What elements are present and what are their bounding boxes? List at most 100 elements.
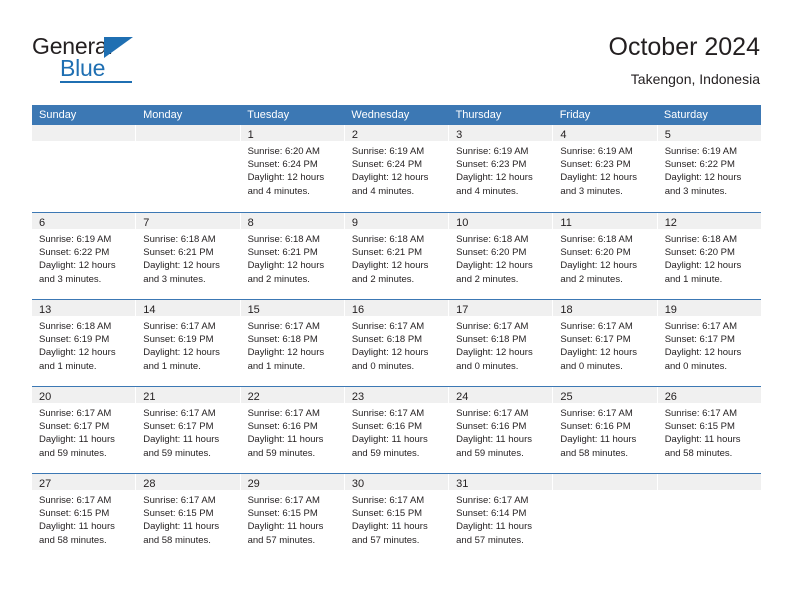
day-sun-info: Sunrise: 6:19 AM Sunset: 6:24 PM Daylight:… [345,141,448,198]
day-number: 27 [39,478,52,490]
day-number: 22 [247,391,260,403]
daylight-text-line2: and 2 minutes. [456,273,519,285]
day-cell[interactable]: 28 Sunrise: 6:17 AM Sunset: 6:15 PM Dayligh… [136,474,241,560]
day-cell[interactable]: 17 Sunrise: 6:17 AM Sunset: 6:18 PM Dayligh… [449,300,554,386]
day-cell[interactable]: 3 Sunrise: 6:19 AM Sunset: 6:23 PM Daylight… [449,125,554,212]
day-sun-info: Sunrise: 6:17 AM Sunset: 6:17 PM Daylight:… [658,316,761,373]
daylight-text-line1: Daylight: 12 hours [351,347,429,359]
day-cell[interactable]: 10 Sunrise: 6:18 AM Sunset: 6:20 PM Dayligh… [449,213,554,299]
day-cell[interactable]: 31 Sunrise: 6:17 AM Sunset: 6:14 PM Dayligh… [449,474,554,560]
day-cell[interactable]: 7 Sunrise: 6:18 AM Sunset: 6:21 PM Daylight… [136,213,241,299]
page-subtitle: Takengon, Indonesia [630,71,760,87]
daylight-text-line1: Daylight: 12 hours [39,347,116,359]
sunrise-text: Sunrise: 6:17 AM [560,321,633,332]
day-cell[interactable]: 16 Sunrise: 6:17 AM Sunset: 6:18 PM Dayligh… [344,300,450,386]
sunrise-text: Sunrise: 6:18 AM [664,234,738,245]
day-number-band: 5 [657,125,761,141]
sunset-text: Sunset: 6:17 PM [143,421,214,433]
day-number-band: 27 [32,474,136,490]
day-cell[interactable]: 6 Sunrise: 6:19 AM Sunset: 6:22 PM Daylight… [32,213,137,299]
day-sun-info: Sunrise: 6:17 AM Sunset: 6:19 PM Daylight:… [136,316,239,373]
day-number: 28 [143,478,156,490]
day-cell[interactable]: 25 Sunrise: 6:17 AM Sunset: 6:16 PM Dayligh… [553,387,658,473]
sunset-text: Sunset: 6:15 PM [664,421,735,433]
calendar-grid: Sunday Monday Tuesday Wednesday Thursday Frid… [32,105,761,560]
page-title: October 2024 [608,33,761,61]
day-sun-info: Sunrise: 6:17 AM Sunset: 6:16 PM Daylight:… [241,403,344,460]
day-sun-info: Sunrise: 6:17 AM Sunset: 6:15 PM Daylight:… [32,490,135,547]
day-cell[interactable]: 26 Sunrise: 6:17 AM Sunset: 6:15 PM Dayligh… [657,387,761,473]
day-number: 3 [456,129,463,141]
sunset-text: Sunset: 6:18 PM [456,334,527,346]
day-cell[interactable]: 21 Sunrise: 6:17 AM Sunset: 6:17 PM Dayligh… [136,387,241,473]
day-cell[interactable]: 4 Sunrise: 6:19 AM Sunset: 6:23 PM Daylight… [553,125,658,212]
day-cell[interactable]: 22 Sunrise: 6:17 AM Sunset: 6:16 PM Dayligh… [240,387,345,473]
day-cell[interactable]: 2 Sunrise: 6:19 AM Sunset: 6:24 PM Daylight… [344,125,450,212]
day-number-band: 28 [136,474,240,490]
day-cell[interactable]: 8 Sunrise: 6:18 AM Sunset: 6:21 PM Daylight… [240,213,345,299]
day-number: 23 [351,391,365,403]
daylight-text-line1: Daylight: 12 hours [664,347,742,359]
daylight-text-line2: and 0 minutes. [351,360,415,372]
day-number: 24 [456,391,469,403]
day-cell[interactable]: 20 Sunrise: 6:17 AM Sunset: 6:17 PM Dayligh… [32,387,137,473]
logo-underline [60,81,132,83]
day-cell[interactable]: 1 Sunrise: 6:20 AM Sunset: 6:24 PM Daylight… [240,125,345,212]
day-cell[interactable]: 11 Sunrise: 6:18 AM Sunset: 6:20 PM Dayligh… [553,213,658,299]
day-cell[interactable]: 9 Sunrise: 6:18 AM Sunset: 6:21 PM Daylight… [344,213,450,299]
sunrise-text: Sunrise: 6:17 AM [247,495,320,506]
daylight-text-line1: Daylight: 11 hours [247,521,324,533]
sunset-text: Sunset: 6:17 PM [664,334,735,346]
day-number-band [32,125,136,141]
daylight-text-line1: Daylight: 12 hours [560,172,637,184]
day-cell[interactable]: 12 Sunrise: 6:18 AM Sunset: 6:20 PM Dayligh… [657,213,761,299]
sunset-text: Sunset: 6:18 PM [351,334,423,346]
daylight-text-line1: Daylight: 11 hours [39,434,115,446]
day-cell[interactable]: 29 Sunrise: 6:17 AM Sunset: 6:15 PM Dayligh… [240,474,345,560]
day-number: 10 [456,217,469,229]
day-cell[interactable]: 27 Sunrise: 6:17 AM Sunset: 6:15 PM Dayligh… [32,474,137,560]
sunrise-text: Sunrise: 6:17 AM [456,408,529,419]
sunset-text: Sunset: 6:21 PM [351,247,423,259]
sunset-text: Sunset: 6:21 PM [247,247,318,259]
sunrise-text: Sunrise: 6:17 AM [456,321,529,332]
sunset-text: Sunset: 6:16 PM [456,421,527,433]
day-number: 15 [247,304,260,316]
day-number-band: 12 [657,213,761,229]
day-number-band: 9 [344,213,449,229]
daylight-text-line1: Daylight: 11 hours [247,434,324,446]
daylight-text-line2: and 59 minutes. [39,447,107,459]
sunrise-text: Sunrise: 6:17 AM [351,495,425,506]
daylight-text-line2: and 59 minutes. [247,447,316,459]
sunset-text: Sunset: 6:15 PM [143,508,214,520]
page-header: General Blue October 2024 Takengon, Indo… [0,0,792,104]
day-cell[interactable]: 30 Sunrise: 6:17 AM Sunset: 6:15 PM Dayligh… [344,474,450,560]
day-number-band: 15 [240,300,344,316]
day-cell[interactable]: 19 Sunrise: 6:17 AM Sunset: 6:17 PM Dayligh… [657,300,761,386]
day-cell[interactable]: 24 Sunrise: 6:17 AM Sunset: 6:16 PM Dayligh… [449,387,554,473]
day-sun-info: Sunrise: 6:18 AM Sunset: 6:20 PM Daylight:… [658,229,761,286]
daylight-text-line2: and 2 minutes. [560,273,623,285]
sunset-text: Sunset: 6:24 PM [351,159,423,171]
day-cell[interactable]: 15 Sunrise: 6:17 AM Sunset: 6:18 PM Dayligh… [240,300,345,386]
day-number-band: 13 [32,300,136,316]
sunrise-text: Sunrise: 6:17 AM [39,495,112,506]
daylight-text-line2: and 57 minutes. [456,534,524,546]
day-cell[interactable]: 5 Sunrise: 6:19 AM Sunset: 6:22 PM Daylight… [657,125,761,212]
day-cell[interactable]: 18 Sunrise: 6:17 AM Sunset: 6:17 PM Dayligh… [553,300,658,386]
day-cell[interactable]: 13 Sunrise: 6:18 AM Sunset: 6:19 PM Dayligh… [32,300,137,386]
daylight-text-line1: Daylight: 11 hours [351,521,428,533]
day-cell[interactable]: 14 Sunrise: 6:17 AM Sunset: 6:19 PM Dayligh… [136,300,241,386]
weekday-header-wednesday: Wednesday [351,109,410,121]
day-number-band: 21 [136,387,240,403]
sunset-text: Sunset: 6:18 PM [247,334,318,346]
day-number: 17 [456,304,469,316]
day-number: 21 [143,391,156,403]
day-cell[interactable]: 23 Sunrise: 6:17 AM Sunset: 6:16 PM Dayligh… [344,387,450,473]
day-number-band: 31 [449,474,553,490]
calendar-week-row: 27 Sunrise: 6:17 AM Sunset: 6:15 PM Dayligh… [32,473,761,560]
weekday-header-row: Sunday Monday Tuesday Wednesday Thursday Frid… [32,105,761,125]
sunset-text: Sunset: 6:15 PM [247,508,318,520]
day-number: 2 [351,129,358,141]
day-cell-empty [32,125,137,212]
